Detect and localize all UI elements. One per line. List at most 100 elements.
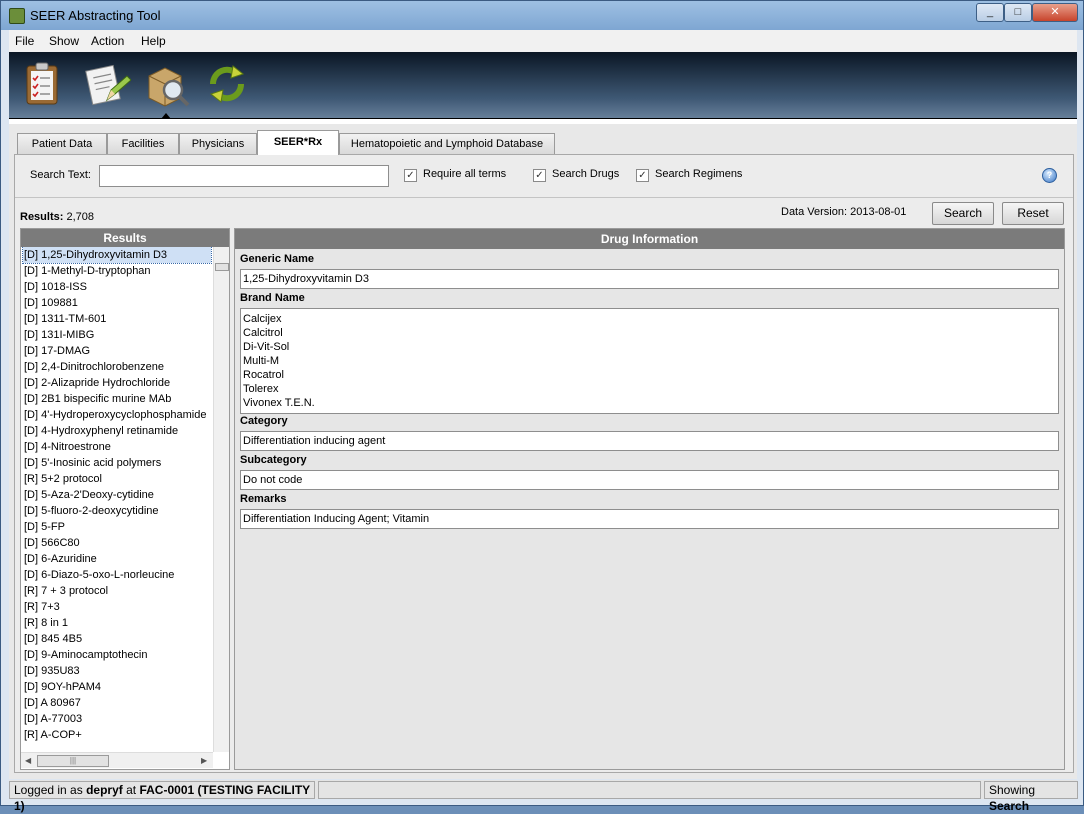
- username: depryf: [86, 783, 123, 797]
- result-item[interactable]: [D] 2,4-Dinitrochlorobenzene: [21, 359, 213, 375]
- menu-show[interactable]: Show: [49, 34, 79, 48]
- scroll-right-icon[interactable]: ▶: [201, 756, 207, 765]
- result-item[interactable]: [D] 845 4B5: [21, 631, 213, 647]
- results-count-label: Results:: [20, 211, 64, 223]
- result-item[interactable]: [R] 8 in 1: [21, 615, 213, 631]
- help-icon[interactable]: ?: [1042, 168, 1057, 183]
- result-item[interactable]: [D] 9OY-hPAM4: [21, 679, 213, 695]
- search-text-label: Search Text:: [30, 169, 91, 181]
- app-window: SEER Abstracting Tool _ □ ✕ File Show Ac…: [0, 0, 1084, 813]
- result-item[interactable]: [D] 4-Hydroxyphenyl retinamide: [21, 423, 213, 439]
- showing-prefix: Showing: [989, 783, 1036, 797]
- drug-info-header: Drug Information: [235, 229, 1064, 249]
- tab-patient-data[interactable]: Patient Data: [17, 133, 107, 154]
- search-regimens-label: Search Regimens: [655, 168, 743, 180]
- drug-info-panel: Drug Information Generic Name 1,25-Dihyd…: [234, 228, 1065, 770]
- tab-facilities[interactable]: Facilities: [107, 133, 179, 154]
- result-item[interactable]: [R] 7 + 3 protocol: [21, 583, 213, 599]
- search-input[interactable]: [99, 165, 389, 187]
- refresh-arrows-icon[interactable]: [203, 60, 251, 108]
- brand-name-item: Di-Vit-Sol: [243, 341, 290, 353]
- brand-name-label: Brand Name: [240, 292, 305, 304]
- result-item[interactable]: [D] A 80967: [21, 695, 213, 711]
- main-content: Patient Data Facilities Physicians SEER*…: [9, 124, 1077, 779]
- scroll-left-icon[interactable]: ◀: [25, 756, 31, 765]
- status-bar: Logged in as depryf at FAC-0001 (TESTING…: [9, 780, 1078, 813]
- brand-name-field[interactable]: Calcijex Calcitrol Di-Vit-Sol Multi-M Rocatr…: [240, 308, 1059, 414]
- tab-seer-rx[interactable]: SEER*Rx: [257, 130, 339, 155]
- result-item[interactable]: [D] 9-Aminocamptothecin: [21, 647, 213, 663]
- result-item[interactable]: [D] A-77003: [21, 711, 213, 727]
- maximize-button[interactable]: □: [1004, 3, 1032, 22]
- remarks-label: Remarks: [240, 493, 287, 505]
- reset-button[interactable]: Reset: [1002, 202, 1064, 225]
- box-magnifier-icon[interactable]: [143, 60, 191, 108]
- result-item[interactable]: [D] 1-Methyl-D-tryptophan: [21, 263, 213, 279]
- result-item[interactable]: [R] 7+3: [21, 599, 213, 615]
- brand-name-item: Rocatrol: [243, 369, 284, 381]
- require-all-checkbox[interactable]: ✓: [404, 169, 417, 182]
- results-panel: Results [D] 1,25-Dihydroxyvitamin D3 [D] …: [20, 228, 230, 770]
- search-button[interactable]: Search: [932, 202, 994, 225]
- results-list[interactable]: [D] 1,25-Dihydroxyvitamin D3 [D] 1-Methyl…: [21, 247, 213, 752]
- data-version: Data Version: 2013-08-01: [781, 206, 907, 218]
- brand-name-item: Multi-M: [243, 355, 280, 367]
- close-button[interactable]: ✕: [1032, 3, 1078, 22]
- app-logo-icon: [9, 8, 25, 24]
- horizontal-scroll-thumb[interactable]: |||: [37, 755, 109, 767]
- title-bar: SEER Abstracting Tool _ □ ✕: [1, 1, 1083, 30]
- search-separator: [15, 197, 1073, 198]
- menu-action[interactable]: Action: [91, 34, 124, 48]
- result-item[interactable]: [R] 5+2 protocol: [21, 471, 213, 487]
- at-text: at: [126, 783, 137, 797]
- brand-name-item: Vivonex T.E.N.: [243, 397, 315, 409]
- result-item[interactable]: [D] 935U83: [21, 663, 213, 679]
- search-regimens-checkbox[interactable]: ✓: [636, 169, 649, 182]
- login-status: Logged in as depryf at FAC-0001 (TESTING…: [9, 781, 315, 813]
- result-item[interactable]: [D] 109881: [21, 295, 213, 311]
- minimize-button[interactable]: _: [976, 3, 1004, 22]
- subcategory-label: Subcategory: [240, 454, 307, 466]
- results-horizontal-scrollbar[interactable]: ◀ ||| ▶: [21, 752, 213, 768]
- scroll-thumb[interactable]: [215, 263, 229, 271]
- brand-name-item: Calcitrol: [243, 327, 283, 339]
- result-item[interactable]: [D] 17-DMAG: [21, 343, 213, 359]
- tab-physicians[interactable]: Physicians: [179, 133, 257, 154]
- result-item[interactable]: [D] 6-Diazo-5-oxo-L-norleucine: [21, 567, 213, 583]
- subcategory-field[interactable]: Do not code: [240, 470, 1059, 490]
- menu-file[interactable]: File: [15, 34, 34, 48]
- menu-help[interactable]: Help: [141, 34, 166, 48]
- results-vertical-scrollbar[interactable]: [213, 247, 229, 752]
- search-drugs-label: Search Drugs: [552, 168, 620, 180]
- result-item[interactable]: [D] 4-Nitroestrone: [21, 439, 213, 455]
- seer-rx-panel: Search Text: ✓ Require all terms ✓ Searc…: [14, 154, 1074, 773]
- search-drugs-checkbox[interactable]: ✓: [533, 169, 546, 182]
- generic-name-field[interactable]: 1,25-Dihydroxyvitamin D3: [240, 269, 1059, 289]
- result-item[interactable]: [D] 2-Alizapride Hydrochloride: [21, 375, 213, 391]
- remarks-field[interactable]: Differentiation Inducing Agent; Vitamin: [240, 509, 1059, 529]
- result-item[interactable]: [D] 6-Azuridine: [21, 551, 213, 567]
- category-field[interactable]: Differentiation inducing agent: [240, 431, 1059, 451]
- result-item[interactable]: [D] 1018-ISS: [21, 279, 213, 295]
- result-item[interactable]: [D] 5-FP: [21, 519, 213, 535]
- result-item[interactable]: [D] 4'-Hydroperoxycyclophosphamide: [21, 407, 213, 423]
- notepad-pencil-icon[interactable]: [83, 60, 131, 108]
- result-item[interactable]: [D] 1,25-Dihydroxyvitamin D3: [22, 247, 212, 264]
- toolbar: [9, 52, 1077, 119]
- result-item[interactable]: [D] 1311-TM-601: [21, 311, 213, 327]
- results-count: Results: 2,708: [20, 211, 94, 223]
- result-item[interactable]: [D] 2B1 bispecific murine MAb: [21, 391, 213, 407]
- result-item[interactable]: [D] 5-fluoro-2-deoxycytidine: [21, 503, 213, 519]
- tab-hematopoietic[interactable]: Hematopoietic and Lymphoid Database: [339, 133, 555, 154]
- showing-value: Search: [989, 799, 1030, 813]
- result-item[interactable]: [D] 566C80: [21, 535, 213, 551]
- showing-status: Showing Search: [984, 781, 1078, 813]
- result-item[interactable]: [D] 5-Aza-2'Deoxy-cytidine: [21, 487, 213, 503]
- result-item[interactable]: [D] 5'-Inosinic acid polymers: [21, 455, 213, 471]
- brand-name-item: Tolerex: [243, 383, 279, 395]
- clipboard-checklist-icon[interactable]: [19, 60, 67, 108]
- result-item[interactable]: [R] A-COP+: [21, 727, 213, 743]
- result-item[interactable]: [D] 131I-MIBG: [21, 327, 213, 343]
- results-header: Results: [21, 229, 229, 247]
- logged-prefix: Logged in as: [14, 783, 83, 797]
